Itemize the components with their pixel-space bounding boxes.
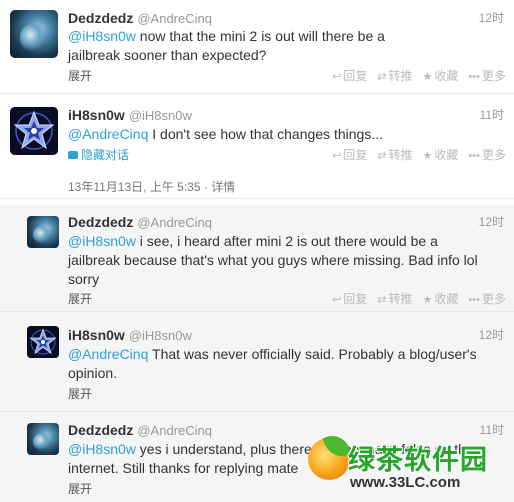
favorite-button[interactable]: ★ 收藏 bbox=[423, 292, 459, 306]
avatar[interactable] bbox=[10, 10, 58, 58]
mention-link[interactable]: @AndreCinq bbox=[68, 126, 148, 142]
fullname[interactable]: Dedzdedz bbox=[68, 422, 133, 438]
avatar[interactable] bbox=[27, 326, 59, 358]
avatar[interactable] bbox=[27, 423, 59, 455]
star-emblem-icon bbox=[10, 107, 58, 155]
timestamp[interactable]: 12时 bbox=[479, 9, 504, 27]
dots-icon: ••• bbox=[468, 294, 480, 306]
tweet-1[interactable]: Dedzdedz @AndreCinq 12时 @iH8sn0w now that… bbox=[0, 0, 514, 94]
retweet-icon: ⇄ bbox=[377, 294, 387, 306]
reply-arrow-icon: ↩ bbox=[332, 71, 342, 83]
retweet-button[interactable]: ⇄ 转推 bbox=[377, 69, 412, 83]
username[interactable]: @AndreCinq bbox=[137, 215, 212, 230]
fullname[interactable]: Dedzdedz bbox=[68, 214, 133, 230]
mention-link[interactable]: @iH8sn0w bbox=[68, 233, 136, 249]
tweet-actions: ↩ 回复 ⇄ 转推 ★ 收藏 ••• 更多 bbox=[322, 147, 506, 164]
tweet-header: iH8sn0w @iH8sn0w bbox=[68, 326, 192, 344]
reply-button[interactable]: ↩ 回复 bbox=[332, 148, 367, 162]
mention-link[interactable]: @iH8sn0w bbox=[68, 441, 136, 457]
hide-conversation-link[interactable]: 隐藏对话 bbox=[68, 147, 129, 163]
retweet-button[interactable]: ⇄ 转推 bbox=[377, 292, 412, 306]
expand-link[interactable]: 展开 bbox=[68, 481, 92, 497]
watermark-url: www.33LC.com bbox=[350, 474, 461, 491]
avatar[interactable] bbox=[10, 107, 58, 155]
watermark-logo: 绿茶软件园 www.33LC.com bbox=[308, 430, 508, 496]
favorite-button[interactable]: ★ 收藏 bbox=[423, 148, 459, 162]
username[interactable]: @AndreCinq bbox=[137, 11, 212, 26]
fullname[interactable]: Dedzdedz bbox=[68, 10, 133, 26]
timestamp[interactable]: 12时 bbox=[479, 326, 504, 344]
retweet-button[interactable]: ⇄ 转推 bbox=[377, 148, 412, 162]
tweet-header: Dedzdedz @AndreCinq bbox=[68, 421, 212, 439]
tweet-2-focused[interactable]: iH8sn0w @iH8sn0w 11时 @AndreCinq I don't s… bbox=[0, 94, 514, 199]
mention-link[interactable]: @AndreCinq bbox=[68, 346, 148, 362]
watermark-brand: 绿茶软件园 bbox=[348, 445, 488, 476]
expand-link[interactable]: 展开 bbox=[68, 386, 92, 402]
expand-link[interactable]: 展开 bbox=[68, 68, 92, 84]
star-icon: ★ bbox=[422, 150, 433, 162]
username[interactable]: @iH8sn0w bbox=[129, 108, 192, 123]
dots-icon: ••• bbox=[468, 150, 480, 162]
reply-arrow-icon: ↩ bbox=[332, 150, 342, 162]
username[interactable]: @AndreCinq bbox=[137, 423, 212, 438]
fullname[interactable]: iH8sn0w bbox=[68, 107, 125, 123]
tweet-header: iH8sn0w @iH8sn0w bbox=[68, 106, 192, 124]
tweet-actions: ↩ 回复 ⇄ 转推 ★ 收藏 ••• 更多 bbox=[322, 68, 506, 85]
timestamp[interactable]: 12时 bbox=[479, 213, 504, 231]
more-button[interactable]: ••• 更多 bbox=[468, 148, 506, 162]
reply-arrow-icon: ↩ bbox=[332, 294, 342, 306]
star-icon: ★ bbox=[422, 71, 433, 83]
tweet-header: Dedzdedz @AndreCinq bbox=[68, 9, 212, 27]
more-button[interactable]: ••• 更多 bbox=[468, 69, 506, 83]
favorite-button[interactable]: ★ 收藏 bbox=[423, 69, 459, 83]
tweet-header: Dedzdedz @AndreCinq bbox=[68, 213, 212, 231]
fullname[interactable]: iH8sn0w bbox=[68, 327, 125, 343]
more-button[interactable]: ••• 更多 bbox=[468, 292, 506, 306]
reply-button[interactable]: ↩ 回复 bbox=[332, 69, 367, 83]
tweet-text: @iH8sn0w now that the mini 2 is out will… bbox=[68, 28, 385, 63]
avatar[interactable] bbox=[27, 216, 59, 248]
detail-timestamp: 13年11月13日, 上午 5:35 bbox=[68, 180, 201, 194]
retweet-icon: ⇄ bbox=[377, 71, 387, 83]
tweet-actions: ↩ 回复 ⇄ 转推 ★ 收藏 ••• 更多 bbox=[322, 291, 506, 308]
tweet-text: @AndreCinq I don't see how that changes … bbox=[68, 126, 383, 142]
dots-icon: ••• bbox=[468, 71, 480, 83]
speech-bubble-icon bbox=[68, 151, 78, 159]
username[interactable]: @iH8sn0w bbox=[129, 328, 192, 343]
tweet-detail-line: 13年11月13日, 上午 5:35 · 详情 bbox=[68, 180, 236, 194]
star-emblem-icon bbox=[27, 326, 59, 358]
tweet-3-reply[interactable]: Dedzdedz @AndreCinq 12时 @iH8sn0w i see, i… bbox=[0, 205, 514, 312]
mention-link[interactable]: @iH8sn0w bbox=[68, 28, 136, 44]
tweet-text: @iH8sn0w i see, i heard after mini 2 is … bbox=[68, 233, 478, 287]
tweet-text: @AndreCinq That was never officially sai… bbox=[68, 346, 477, 381]
timestamp[interactable]: 11时 bbox=[480, 106, 504, 124]
reply-button[interactable]: ↩ 回复 bbox=[332, 292, 367, 306]
tweet-4-reply[interactable]: iH8sn0w @iH8sn0w 12时 @AndreCinq That was … bbox=[0, 312, 514, 412]
expand-link[interactable]: 展开 bbox=[68, 291, 92, 307]
star-icon: ★ bbox=[422, 294, 433, 306]
detail-link[interactable]: 详情 bbox=[211, 180, 235, 194]
retweet-icon: ⇄ bbox=[377, 150, 387, 162]
